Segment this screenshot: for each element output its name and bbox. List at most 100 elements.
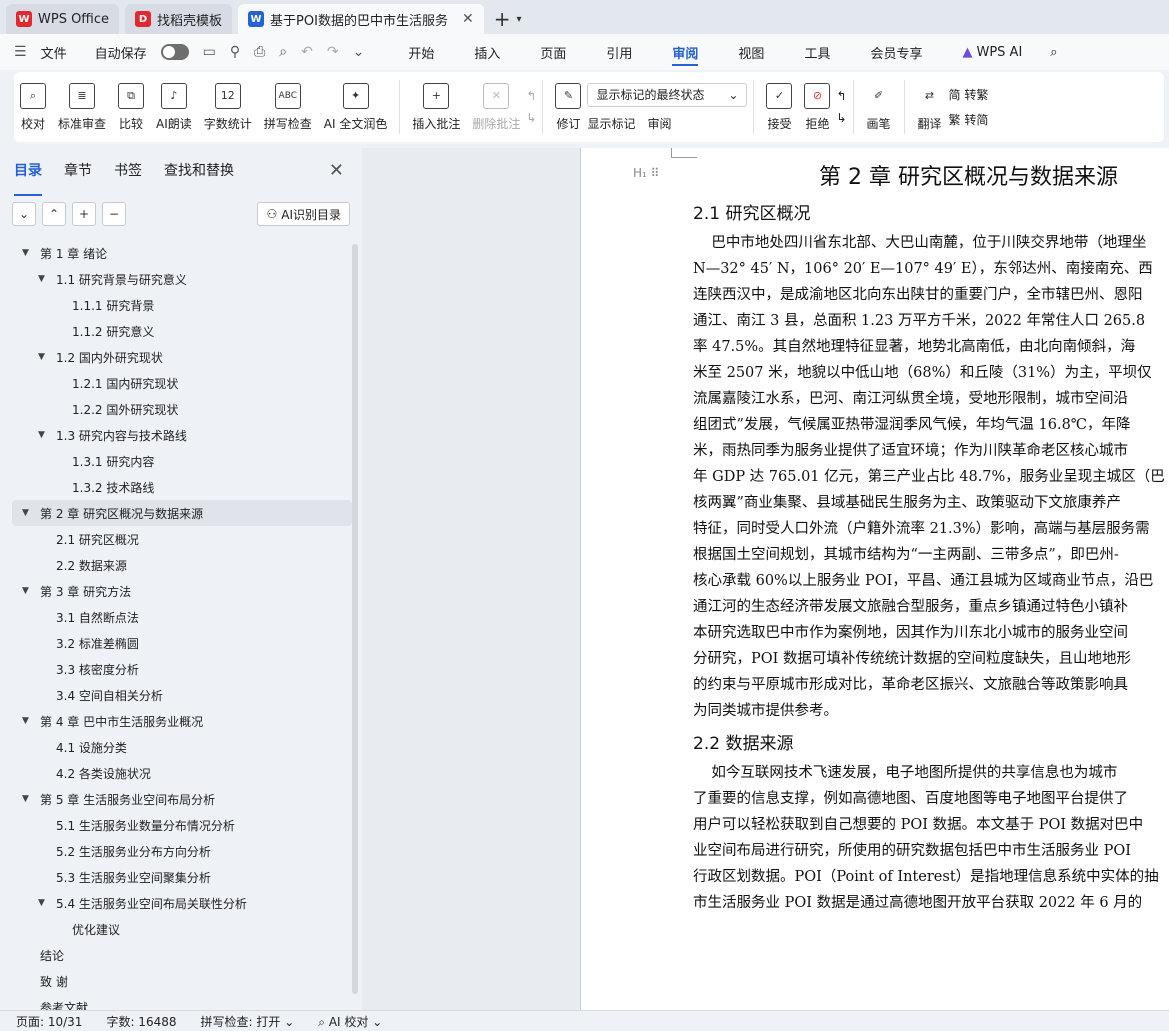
save-icon[interactable]: ▭: [203, 44, 216, 60]
page-indicator[interactable]: 页面: 10/31: [16, 1013, 82, 1030]
markup-state-select[interactable]: 显示标记的最终状态 ⌄: [587, 82, 748, 107]
caret-down-icon[interactable]: ▼: [22, 716, 34, 726]
share-icon[interactable]: ⚲: [230, 44, 240, 60]
chevron-up-icon[interactable]: ⌃: [42, 202, 66, 226]
menu-tab-member[interactable]: 会员专享: [850, 34, 942, 70]
toc-item[interactable]: 4.2 各类设施状况: [12, 760, 352, 786]
nav-tab-toc[interactable]: 目录: [14, 160, 42, 196]
word-count-indicator[interactable]: 字数: 16488: [106, 1013, 176, 1030]
toc-item[interactable]: 1.2.2 国外研究现状: [12, 396, 352, 422]
ai-toc-button[interactable]: ⚇ AI识别目录: [257, 202, 350, 226]
menu-tab-page[interactable]: 页面: [520, 34, 586, 70]
toc-item[interactable]: ▼ 第 1 章 绪论: [12, 240, 352, 266]
search-icon[interactable]: ⌕: [1042, 34, 1065, 70]
reject-button[interactable]: ⊘ 拒绝: [798, 75, 836, 139]
toc-item[interactable]: 5.2 生活服务业分布方向分析: [12, 838, 352, 864]
toc-item[interactable]: ▼ 第 3 章 研究方法: [12, 578, 352, 604]
toc-item[interactable]: 3.3 核密度分析: [12, 656, 352, 682]
chevron-down-icon[interactable]: ⌄: [12, 202, 36, 226]
new-tab-button[interactable]: + ▾: [494, 4, 522, 34]
menu-tab-references[interactable]: 引用: [586, 34, 652, 70]
caret-down-icon[interactable]: ▼: [22, 794, 34, 804]
heading-drag-handle-icon[interactable]: H₁ ⠿: [633, 166, 659, 180]
toc-item[interactable]: 1.3.2 技术路线: [12, 474, 352, 500]
revise-button[interactable]: ✎ 修订: [549, 75, 587, 139]
autosave-toggle[interactable]: [160, 44, 189, 60]
tab-docer-templates[interactable]: D 找稻壳模板: [125, 4, 233, 34]
review-pane-button[interactable]: 审阅: [647, 115, 671, 132]
toc-item[interactable]: 3.2 标准差椭圆: [12, 630, 352, 656]
print-preview-icon[interactable]: ⌕: [279, 44, 287, 60]
translate-button[interactable]: ⇄ 翻译: [911, 75, 949, 139]
caret-down-icon[interactable]: ▼: [38, 274, 50, 284]
menu-tab-insert[interactable]: 插入: [454, 34, 520, 70]
standard-review-button[interactable]: ≣ 标准审查: [52, 75, 112, 139]
previous-comment-icon[interactable]: ↰: [526, 89, 536, 103]
file-menu[interactable]: 文件: [41, 43, 67, 62]
toc-item[interactable]: ▼ 第 2 章 研究区概况与数据来源: [12, 500, 352, 526]
word-count-button[interactable]: 12 字数统计: [198, 75, 258, 139]
close-icon[interactable]: ✕: [329, 160, 344, 181]
toc-item[interactable]: 1.1.1 研究背景: [12, 292, 352, 318]
toc-item[interactable]: 3.4 空间自相关分析: [12, 682, 352, 708]
caret-down-icon[interactable]: ▼: [38, 430, 50, 440]
insert-comment-button[interactable]: + 插入批注: [406, 75, 466, 139]
tab-document[interactable]: W 基于POI数据的巴中市生活服务 ✕: [238, 4, 484, 34]
toc-item[interactable]: 2.2 数据来源: [12, 552, 352, 578]
toc-item[interactable]: 2.1 研究区概况: [12, 526, 352, 552]
caret-down-icon[interactable]: ▼: [38, 898, 50, 908]
ai-read-button[interactable]: ♪ AI朗读: [150, 75, 198, 139]
delete-comment-button[interactable]: ✕ 删除批注: [466, 75, 526, 139]
toc-item[interactable]: 结论: [12, 942, 352, 968]
document-page[interactable]: H₁ ⠿ 第 2 章 研究区概况与数据来源 2.1 研究区概况 巴中市地处四川省…: [580, 148, 1169, 1010]
accept-button[interactable]: ✓ 接受: [760, 75, 798, 139]
toc-item[interactable]: 致 谢: [12, 968, 352, 994]
caret-down-icon[interactable]: ▼: [22, 586, 34, 596]
plus-icon[interactable]: +: [72, 202, 96, 226]
caret-down-icon[interactable]: ▼: [22, 248, 34, 258]
menu-tab-tools[interactable]: 工具: [784, 34, 850, 70]
previous-change-icon[interactable]: ↰: [836, 89, 846, 103]
toc-item[interactable]: 1.3.1 研究内容: [12, 448, 352, 474]
spell-check-button[interactable]: ABC 拼写检查: [258, 75, 318, 139]
tab-wps-office[interactable]: W WPS Office: [6, 4, 120, 34]
toc-item[interactable]: ▼ 第 5 章 生活服务业空间布局分析: [12, 786, 352, 812]
redo-icon[interactable]: ↷: [327, 44, 339, 60]
next-change-icon[interactable]: ↳: [836, 111, 846, 125]
toc-item[interactable]: 4.1 设施分类: [12, 734, 352, 760]
pen-button[interactable]: ✐ 画笔: [860, 75, 898, 139]
toc-item[interactable]: 1.2.1 国内研究现状: [12, 370, 352, 396]
caret-down-icon[interactable]: ▼: [38, 352, 50, 362]
hamburger-icon[interactable]: ☰: [14, 44, 27, 60]
next-comment-icon[interactable]: ↳: [526, 111, 536, 125]
caret-down-icon[interactable]: ▼: [22, 508, 34, 518]
toc-item[interactable]: 5.1 生活服务业数量分布情况分析: [12, 812, 352, 838]
menu-tab-wps-ai[interactable]: ▲ WPS AI: [942, 34, 1042, 70]
toc-scrollbar[interactable]: [352, 244, 358, 994]
toc-item[interactable]: ▼ 5.4 生活服务业空间布局关联性分析: [12, 890, 352, 916]
show-markup-button[interactable]: 显示标记: [587, 115, 635, 132]
chevron-down-icon[interactable]: ▾: [516, 14, 521, 25]
toc-item[interactable]: 5.3 生活服务业空间聚集分析: [12, 864, 352, 890]
toc-item[interactable]: 1.1.2 研究意义: [12, 318, 352, 344]
undo-icon[interactable]: ↶: [301, 44, 313, 60]
chevron-down-icon[interactable]: ⌄: [353, 44, 365, 60]
menu-tab-home[interactable]: 开始: [388, 34, 454, 70]
spell-check-status[interactable]: 拼写检查: 打开 ⌄: [201, 1013, 295, 1030]
toc-item[interactable]: 3.1 自然断点法: [12, 604, 352, 630]
compare-button[interactable]: ⧉ 比较: [112, 75, 150, 139]
ai-proof-status[interactable]: ⌕ AI 校对 ⌄: [318, 1013, 382, 1030]
nav-tab-bookmarks[interactable]: 书签: [114, 160, 142, 188]
toc-item[interactable]: 参考文献: [12, 994, 352, 1011]
print-icon[interactable]: ⎙: [254, 44, 265, 60]
to-simplified-button[interactable]: 繁 转简: [949, 111, 989, 128]
close-icon[interactable]: ✕: [462, 11, 474, 27]
ai-polish-button[interactable]: ✦ AI 全文润色: [318, 75, 394, 139]
nav-tab-sections[interactable]: 章节: [64, 160, 92, 188]
toc-item[interactable]: ▼ 第 4 章 巴中市生活服务业概况: [12, 708, 352, 734]
to-traditional-button[interactable]: 简 转繁: [949, 86, 989, 103]
toc-item[interactable]: ▼ 1.1 研究背景与研究意义: [12, 266, 352, 292]
proof-button[interactable]: ⌕ 校对: [14, 75, 52, 139]
minus-icon[interactable]: −: [102, 202, 126, 226]
toc-item[interactable]: ▼ 1.2 国内外研究现状: [12, 344, 352, 370]
